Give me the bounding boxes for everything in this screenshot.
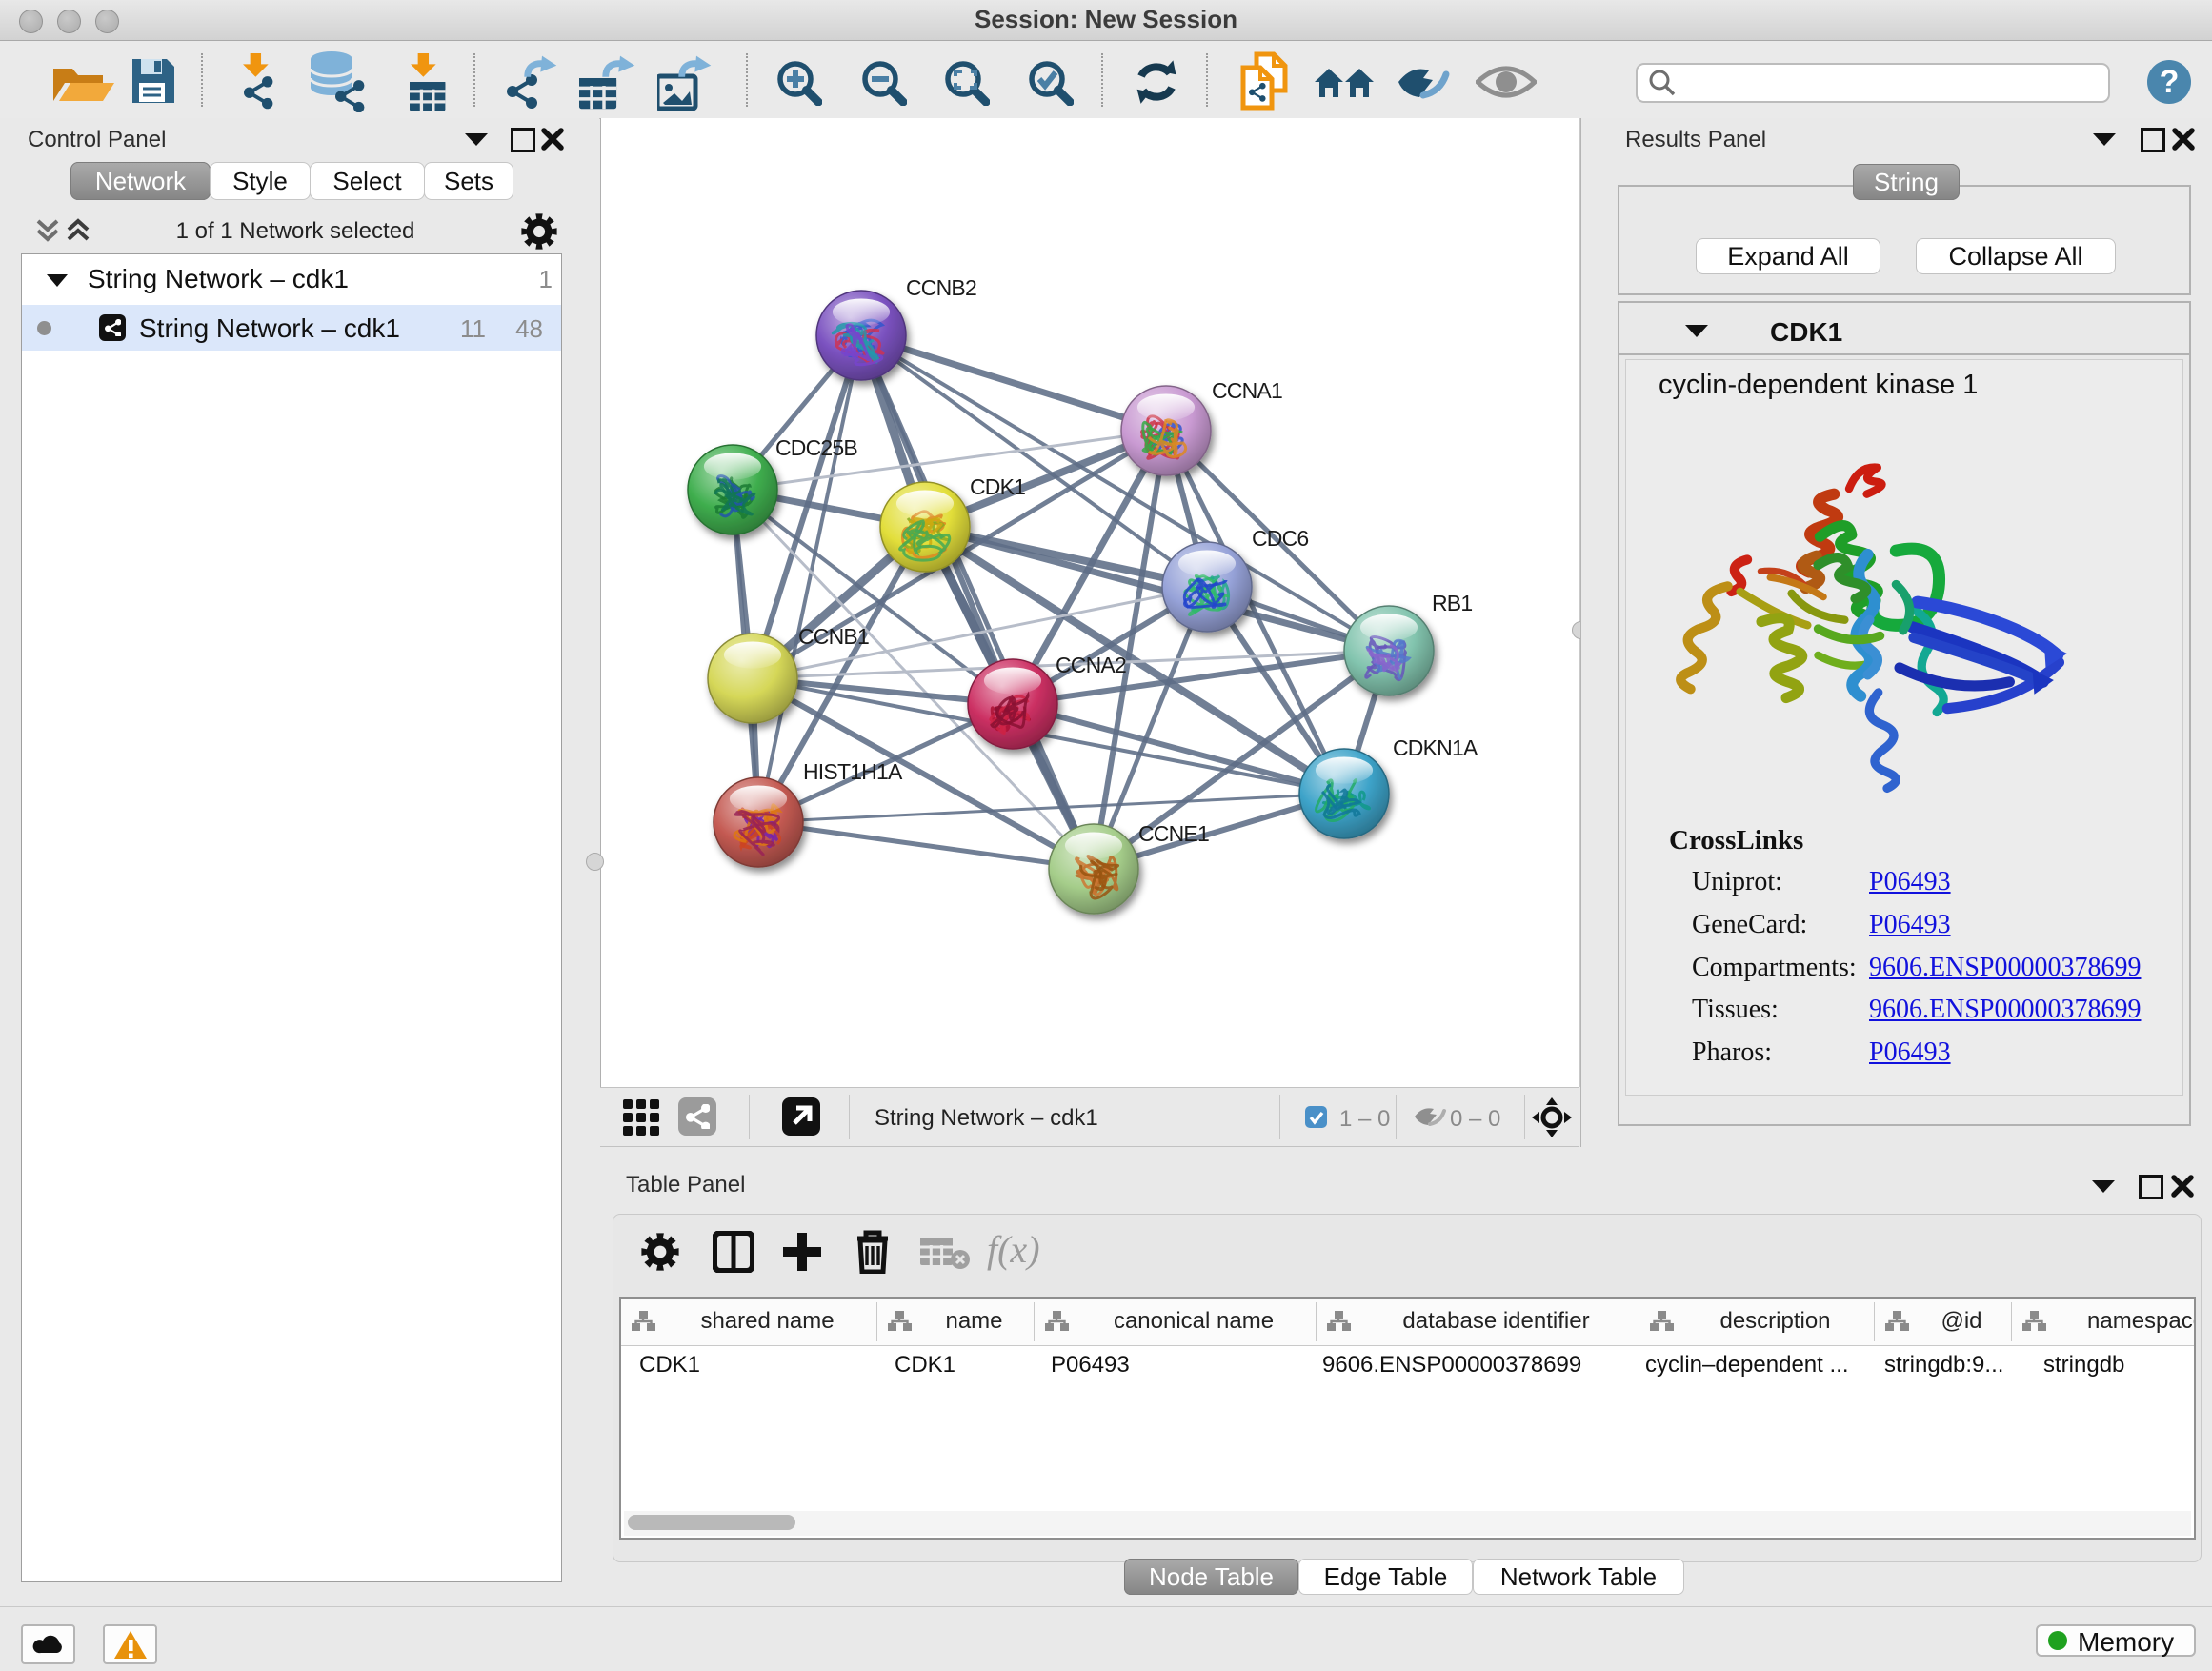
svg-text:CCNA2: CCNA2	[1056, 653, 1126, 677]
svg-text:CDC6: CDC6	[1252, 526, 1308, 551]
svg-text:CDC25B: CDC25B	[775, 435, 857, 460]
svg-text:HIST1H1A: HIST1H1A	[803, 759, 903, 784]
svg-text:CCNE1: CCNE1	[1138, 821, 1209, 846]
svg-text:CCNB1: CCNB1	[798, 624, 869, 649]
svg-text:CCNB2: CCNB2	[906, 275, 976, 300]
svg-text:CDKN1A: CDKN1A	[1393, 735, 1478, 760]
svg-text:CDK1: CDK1	[970, 474, 1025, 499]
svg-text:CCNA1: CCNA1	[1212, 378, 1282, 403]
svg-text:RB1: RB1	[1432, 591, 1472, 615]
